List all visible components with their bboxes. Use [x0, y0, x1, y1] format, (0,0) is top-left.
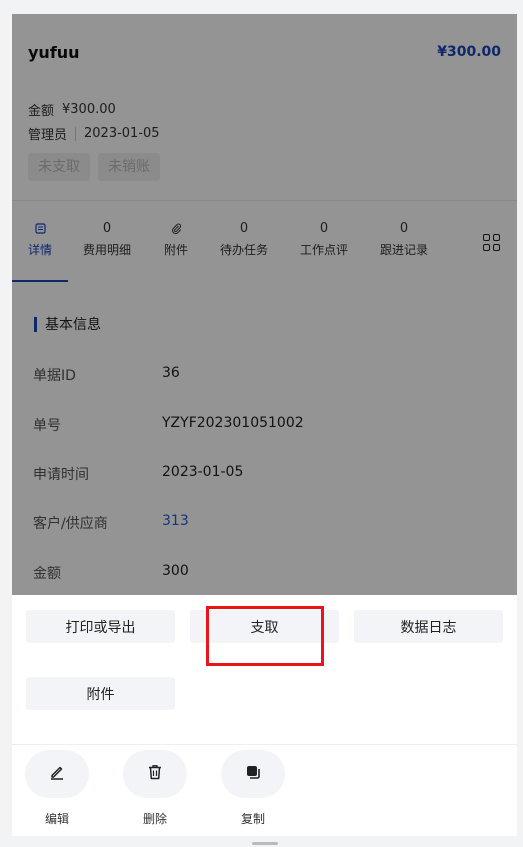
copy-icon [244, 763, 262, 785]
print-export-button[interactable]: 打印或导出 [26, 610, 175, 643]
attachment-button[interactable]: 附件 [26, 677, 175, 710]
action-sheet: 打印或导出 支取 数据日志 附件 编辑 删除 复制 [12, 595, 517, 836]
edit-action-label: 编辑 [44, 812, 69, 826]
edit-icon [48, 763, 66, 785]
delete-action-label: 删除 [142, 812, 167, 826]
modal-backdrop[interactable] [12, 14, 517, 595]
home-indicator [252, 842, 278, 845]
copy-action-label: 复制 [240, 812, 265, 826]
data-log-button[interactable]: 数据日志 [354, 610, 503, 643]
copy-action[interactable]: 复制 [220, 750, 286, 827]
highlight-box [206, 606, 324, 666]
copy-action-circle[interactable] [221, 750, 285, 798]
trash-icon [146, 763, 164, 785]
detail-page: yufuu ¥300.00 金额 ¥300.00 管理员 2023-01-05 … [12, 14, 517, 836]
sheet-divider [12, 744, 517, 745]
edit-action-circle[interactable] [25, 750, 89, 798]
edit-action[interactable]: 编辑 [24, 750, 90, 827]
delete-action[interactable]: 删除 [122, 750, 188, 827]
delete-action-circle[interactable] [123, 750, 187, 798]
